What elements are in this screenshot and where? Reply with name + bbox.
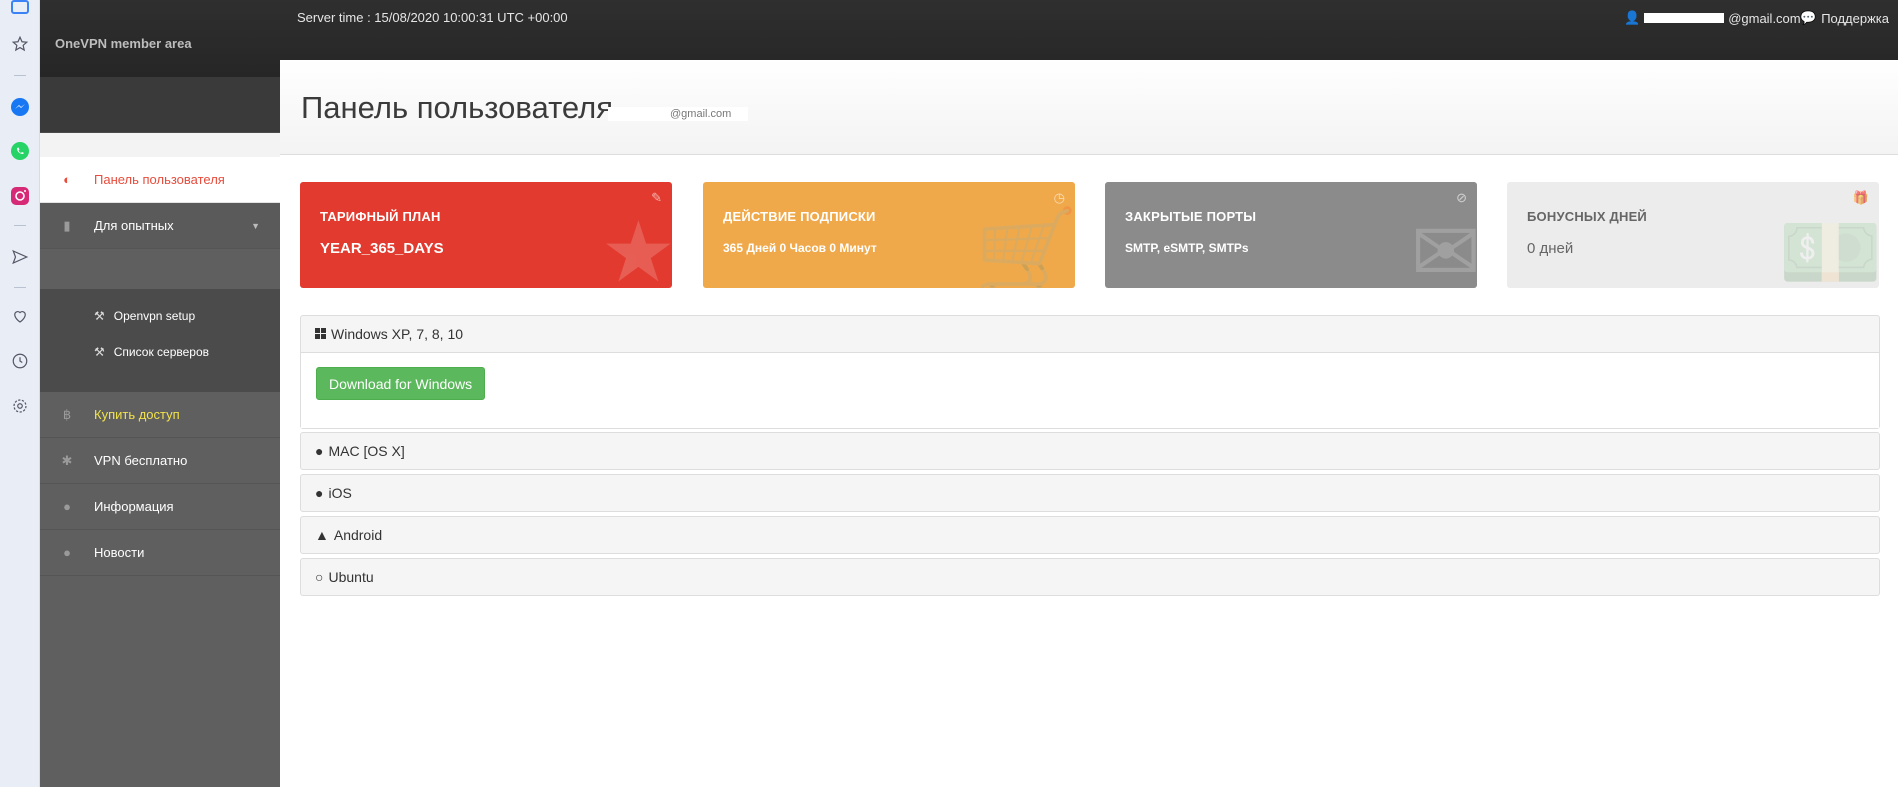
- sidebar-item-free-vpn[interactable]: ✱ VPN бесплатно: [40, 438, 280, 484]
- user-icon: ●: [63, 499, 71, 514]
- card-value: SMTP, eSMTP, SMTPs: [1125, 241, 1249, 255]
- brand-title[interactable]: OneVPN member area: [55, 36, 192, 51]
- card-label: ТАРИФНЫЙ ПЛАН: [320, 209, 441, 224]
- bitcoin-icon: ฿: [62, 406, 72, 422]
- apple-icon: ●: [315, 443, 324, 459]
- asterisk-icon: ✱: [61, 452, 73, 468]
- sidebar-item-buy[interactable]: ฿ Купить доступ: [40, 392, 280, 438]
- sidebar-item-label: Панель пользователя: [94, 172, 225, 187]
- card-bonus-days: БОНУСНЫХ ДНЕЙ 0 дней 🎁 💵: [1507, 182, 1879, 288]
- panel-heading-android[interactable]: ▲ Android: [301, 517, 1879, 553]
- ticket-icon: ✎: [651, 190, 662, 205]
- clock-icon: ◷: [1053, 190, 1065, 205]
- user-menu[interactable]: 👤 @gmail.com ▼: [1624, 10, 1814, 26]
- submenu-label: Openvpn setup: [113, 309, 196, 323]
- dashboard-icon: ◐: [63, 172, 71, 187]
- support-label: Поддержка: [1821, 10, 1890, 26]
- download-windows-button[interactable]: Download for Windows: [316, 367, 486, 400]
- main-content: Панель пользователя @gmail.com ТАРИФНЫЙ …: [280, 60, 1898, 787]
- platform-panel-ios[interactable]: ● iOS: [300, 474, 1880, 512]
- sidebar-item-advanced[interactable]: ▮ Для опытных ▼: [40, 203, 280, 249]
- tabs-icon[interactable]: [9, 0, 31, 18]
- bar-separator: [14, 75, 26, 76]
- sidebar-top-gap: [40, 77, 280, 133]
- chat-icon: 💬: [1800, 10, 1817, 25]
- panel-heading-mac[interactable]: ● MAC [OS X]: [301, 433, 1879, 469]
- support-link[interactable]: 💬 Поддержка: [1800, 10, 1889, 26]
- submenu-item-openvpn-setup[interactable]: ⚒ Openvpn setup: [94, 305, 195, 327]
- history-icon[interactable]: [9, 350, 31, 372]
- envelope-watermark-icon: ✉: [1410, 205, 1477, 288]
- server-time: Server time : 15/08/2020 10:00:31 UTC +0…: [297, 10, 568, 25]
- wrench-icon: ⚒: [94, 309, 105, 323]
- user-email: @gmail.com: [1728, 10, 1801, 26]
- email-redaction: [1644, 13, 1725, 23]
- card-value: 365 Дней 0 Часов 0 Минут: [723, 241, 877, 255]
- panel-body-windows: Download for Windows: [301, 352, 1879, 428]
- card-value: YEAR_365_DAYS: [320, 240, 444, 257]
- title-email: @gmail.com: [670, 108, 732, 120]
- star-watermark-icon: ★: [600, 205, 672, 288]
- platform-panel-ubuntu[interactable]: ○ Ubuntu: [300, 558, 1880, 596]
- page-header: Панель пользователя @gmail.com: [280, 60, 1898, 155]
- card-value: 0 дней: [1527, 240, 1574, 257]
- sidebar: ◐ Панель пользователя ▮ Для опытных ▼ ⚒ …: [40, 77, 280, 787]
- sidebar-item-label: Купить доступ: [94, 407, 180, 422]
- sidebar-item-label: VPN бесплатно: [94, 453, 188, 468]
- panel-title: Android: [333, 527, 383, 543]
- sidebar-item-label: Для опытных: [94, 218, 174, 233]
- card-label: БОНУСНЫХ ДНЕЙ: [1527, 209, 1647, 224]
- panel-title: Windows XP, 7, 8, 10: [331, 326, 464, 342]
- sidebar-item-label: Информация: [94, 499, 174, 514]
- sidebar-item-dashboard[interactable]: ◐ Панель пользователя: [40, 157, 280, 203]
- send-icon[interactable]: [9, 246, 31, 268]
- submenu-item-server-list[interactable]: ⚒ Список серверов: [94, 341, 209, 363]
- submenu-label: Список серверов: [113, 345, 210, 359]
- ban-icon: ⊘: [1456, 190, 1467, 205]
- cart-watermark-icon: 🛒: [974, 205, 1075, 288]
- card-label: ДЕЙСТВИЕ ПОДПИСКИ: [723, 209, 876, 224]
- messenger-icon[interactable]: [9, 96, 31, 118]
- panel-heading-ios[interactable]: ● iOS: [301, 475, 1879, 511]
- apple-icon: ●: [315, 485, 324, 501]
- panel-heading-windows[interactable]: Windows XP, 7, 8, 10: [301, 316, 1879, 352]
- card-tariff-plan: ТАРИФНЫЙ ПЛАН YEAR_365_DAYS ✎ ★: [300, 182, 672, 288]
- advanced-submenu: ⚒ Openvpn setup ⚒ Список серверов: [40, 289, 280, 392]
- sidebar-item-info[interactable]: ● Информация: [40, 484, 280, 530]
- user-icon: ●: [63, 545, 71, 560]
- panel-title: iOS: [328, 485, 352, 501]
- platform-panel-windows: Windows XP, 7, 8, 10 Download for Window…: [300, 315, 1880, 429]
- whatsapp-icon[interactable]: [9, 140, 31, 162]
- puzzle-icon: ▮: [63, 217, 71, 233]
- star-icon[interactable]: [9, 33, 31, 55]
- money-watermark-icon: 💵: [1778, 205, 1879, 288]
- panel-heading-ubuntu[interactable]: ○ Ubuntu: [301, 559, 1879, 595]
- android-icon: ▲: [315, 527, 329, 543]
- platform-panel-android[interactable]: ▲ Android: [300, 516, 1880, 554]
- sidebar-item-news[interactable]: ● Новости: [40, 530, 280, 576]
- platform-panel-mac[interactable]: ● MAC [OS X]: [300, 432, 1880, 470]
- heart-icon[interactable]: [9, 305, 31, 327]
- sidebar-item-label: Новости: [94, 545, 145, 560]
- user-icon: 👤: [1624, 10, 1641, 25]
- card-closed-ports: ЗАКРЫТЫЕ ПОРТЫ SMTP, eSMTP, SMTPs ⊘ ✉: [1105, 182, 1477, 288]
- instagram-icon[interactable]: [9, 185, 31, 207]
- panel-title: MAC [OS X]: [328, 443, 405, 459]
- wrench-icon: ⚒: [94, 345, 105, 359]
- bar-separator: [14, 225, 26, 226]
- browser-sidebar: [0, 0, 40, 787]
- panel-title: Ubuntu: [328, 569, 374, 585]
- card-subscription: ДЕЙСТВИЕ ПОДПИСКИ 365 Дней 0 Часов 0 Мин…: [703, 182, 1075, 288]
- page-title: Панель пользователя: [301, 90, 614, 125]
- settings-icon[interactable]: [9, 395, 31, 417]
- bar-separator: [14, 287, 26, 288]
- card-label: ЗАКРЫТЫЕ ПОРТЫ: [1125, 209, 1257, 224]
- linux-icon: ○: [315, 569, 324, 585]
- caret-down-icon: ▼: [251, 220, 260, 231]
- gift-icon: 🎁: [1852, 190, 1869, 205]
- windows-icon: [315, 326, 326, 342]
